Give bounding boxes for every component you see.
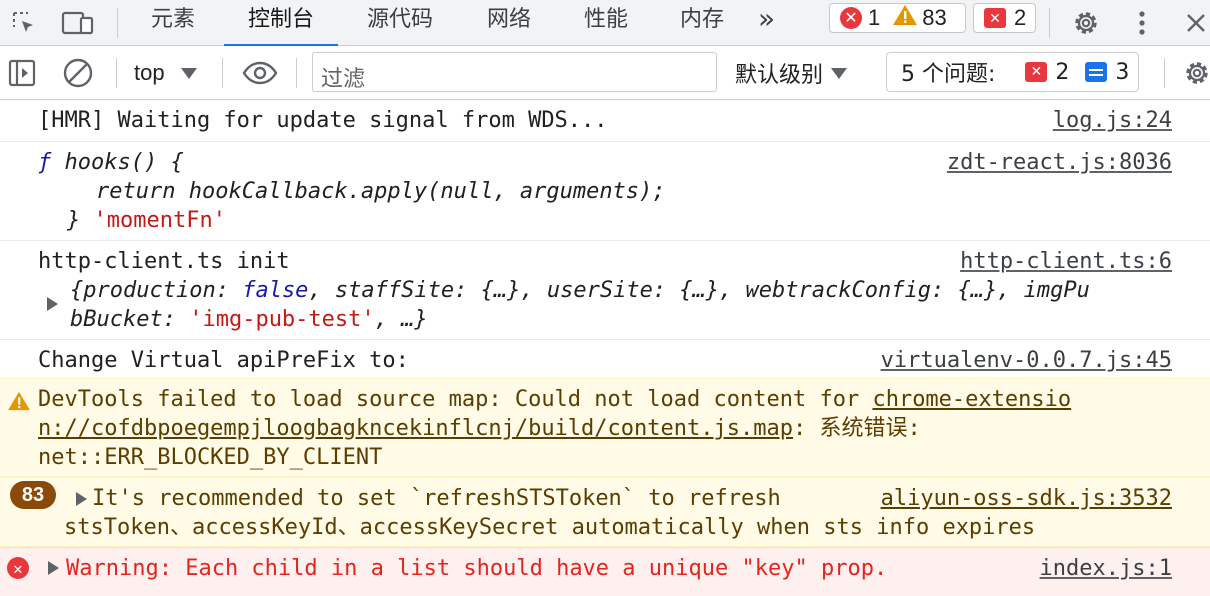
warning-count: 83 <box>922 5 947 30</box>
function-keyword: ƒ <box>38 150 52 175</box>
tabbar-divider <box>1049 8 1050 38</box>
object-end: , …} <box>374 307 428 332</box>
warning-text: : 系统错误: <box>792 416 921 441</box>
source-link[interactable]: http-client.ts:6 <box>960 247 1172 276</box>
log-level-selector[interactable]: 默认级别 <box>735 46 848 100</box>
tab-memory[interactable]: 内存 <box>680 0 724 46</box>
expand-triangle-icon[interactable] <box>47 297 58 311</box>
console-message: ƒ hooks() { return hookCallback.apply(nu… <box>0 142 1210 240</box>
console-message: Change Virtual apiPreFix to: virtualenv-… <box>0 340 1210 378</box>
function-signature: hooks() { <box>64 150 184 175</box>
toolbar-divider <box>222 58 223 88</box>
issues-label: 5 个问题: <box>901 62 996 87</box>
issues-counter[interactable]: ✕ 2 <box>973 3 1036 33</box>
toolbar-divider <box>1164 58 1165 88</box>
object-rest: , staffSite: {…}, userSite: {…}, webtrac… <box>308 278 1090 303</box>
tabbar-divider <box>117 8 118 38</box>
source-link[interactable]: virtualenv-0.0.7.js:45 <box>881 346 1172 375</box>
inspect-element-icon[interactable] <box>8 0 40 46</box>
object-preview[interactable]: {production: false, staffSite: {…}, user… <box>38 276 1182 305</box>
close-icon[interactable] <box>1182 0 1210 46</box>
more-options-icon[interactable] <box>1128 0 1156 46</box>
issues-error-count: 2 <box>1055 59 1070 85</box>
warning-text: DevTools failed to load source map: Coul… <box>38 387 873 412</box>
console-error-message: ✕ Warning: Each child in a list should h… <box>0 547 1210 596</box>
issues-button[interactable]: 5 个问题: ✕ 2 3 <box>886 52 1139 92</box>
settings-gear-icon[interactable] <box>1068 0 1104 46</box>
source-link[interactable]: aliyun-oss-sdk.js:3532 <box>881 484 1172 513</box>
source-map-link[interactable]: n://cofdbpoegempjloogbagkncekinflcnj/bui… <box>38 416 793 441</box>
warning-icon <box>7 390 31 419</box>
source-link[interactable]: index.js:1 <box>1040 554 1172 583</box>
warning-text: net::ERR_BLOCKED_BY_CLIENT <box>38 445 383 470</box>
console-message: [HMR] Waiting for update signal from WDS… <box>0 100 1210 140</box>
sidebar-toggle-icon[interactable] <box>8 46 36 100</box>
source-link[interactable]: zdt-react.js:8036 <box>947 148 1172 177</box>
log-level-value: 默认级别 <box>735 63 824 88</box>
issues-count: 2 <box>1014 5 1027 30</box>
object-sep: : <box>215 278 243 303</box>
console-warning-message: DevTools failed to load source map: Coul… <box>0 378 1210 477</box>
live-expression-eye-icon[interactable] <box>242 46 278 100</box>
string-value: 'momentFn' <box>93 208 226 233</box>
tab-sources[interactable]: 源代码 <box>367 0 433 46</box>
source-link[interactable]: log.js:24 <box>1053 106 1172 135</box>
device-toolbar-icon[interactable] <box>60 0 96 46</box>
console-message: http-client.ts init {production: false, … <box>0 241 1210 339</box>
message-text: [HMR] Waiting for update signal from WDS… <box>38 108 608 133</box>
expand-triangle-icon[interactable] <box>48 561 59 575</box>
expand-triangle-icon[interactable] <box>76 492 87 506</box>
string-value: 'img-pub-test' <box>189 307 375 332</box>
context-selector[interactable]: top <box>134 46 197 100</box>
toolbar-divider <box>296 58 297 88</box>
console-settings-gear-icon[interactable] <box>1182 46 1210 100</box>
issue-flag-icon: ✕ <box>984 8 1006 28</box>
warning-icon <box>892 4 918 32</box>
source-map-link[interactable]: chrome-extensio <box>872 387 1071 412</box>
console-toolbar: top 过滤 默认级别 5 个问题: ✕ 2 3 <box>0 46 1210 100</box>
context-value: top <box>134 60 165 85</box>
tab-elements[interactable]: 元素 <box>151 0 195 46</box>
tab-console[interactable]: 控制台 <box>223 0 339 47</box>
toolbar-divider <box>116 58 117 88</box>
function-body: return hookCallback.apply(null, argument… <box>96 179 666 204</box>
function-close: } <box>67 208 81 233</box>
issue-error-flag-icon: ✕ <box>1025 62 1048 82</box>
dropdown-arrow-icon <box>831 61 848 86</box>
object-key: bBucket: <box>70 307 190 332</box>
error-icon: ✕ <box>840 7 862 29</box>
issue-info-flag-icon <box>1085 62 1108 82</box>
console-warning-message: 83 It's recommended to set `refreshSTSTo… <box>0 477 1210 547</box>
error-icon: ✕ <box>7 557 29 579</box>
tab-network[interactable]: 网络 <box>487 0 531 46</box>
devtools-tabbar: 元素 控制台 源代码 网络 性能 内存 » ✕ 1 83 ✕ 2 <box>0 0 1210 47</box>
issues-info-count: 3 <box>1115 59 1130 85</box>
more-tabs-icon[interactable]: » <box>758 0 775 46</box>
error-text: Warning: Each child in a list should hav… <box>66 556 888 581</box>
error-count: 1 <box>868 5 881 30</box>
error-warning-counter[interactable]: ✕ 1 83 <box>829 3 966 33</box>
warning-body: DevTools failed to load source map: Coul… <box>38 385 1172 472</box>
clear-console-icon[interactable] <box>62 46 94 100</box>
object-key: {production <box>70 278 216 303</box>
boolean-value: false <box>242 278 309 303</box>
repeat-count-badge: 83 <box>10 481 56 509</box>
tab-performance[interactable]: 性能 <box>584 0 628 46</box>
warning-text: stsToken、accessKeyId、accessKeySecret aut… <box>64 515 1036 540</box>
dropdown-arrow-icon <box>180 60 197 86</box>
filter-input[interactable]: 过滤 <box>312 52 717 92</box>
